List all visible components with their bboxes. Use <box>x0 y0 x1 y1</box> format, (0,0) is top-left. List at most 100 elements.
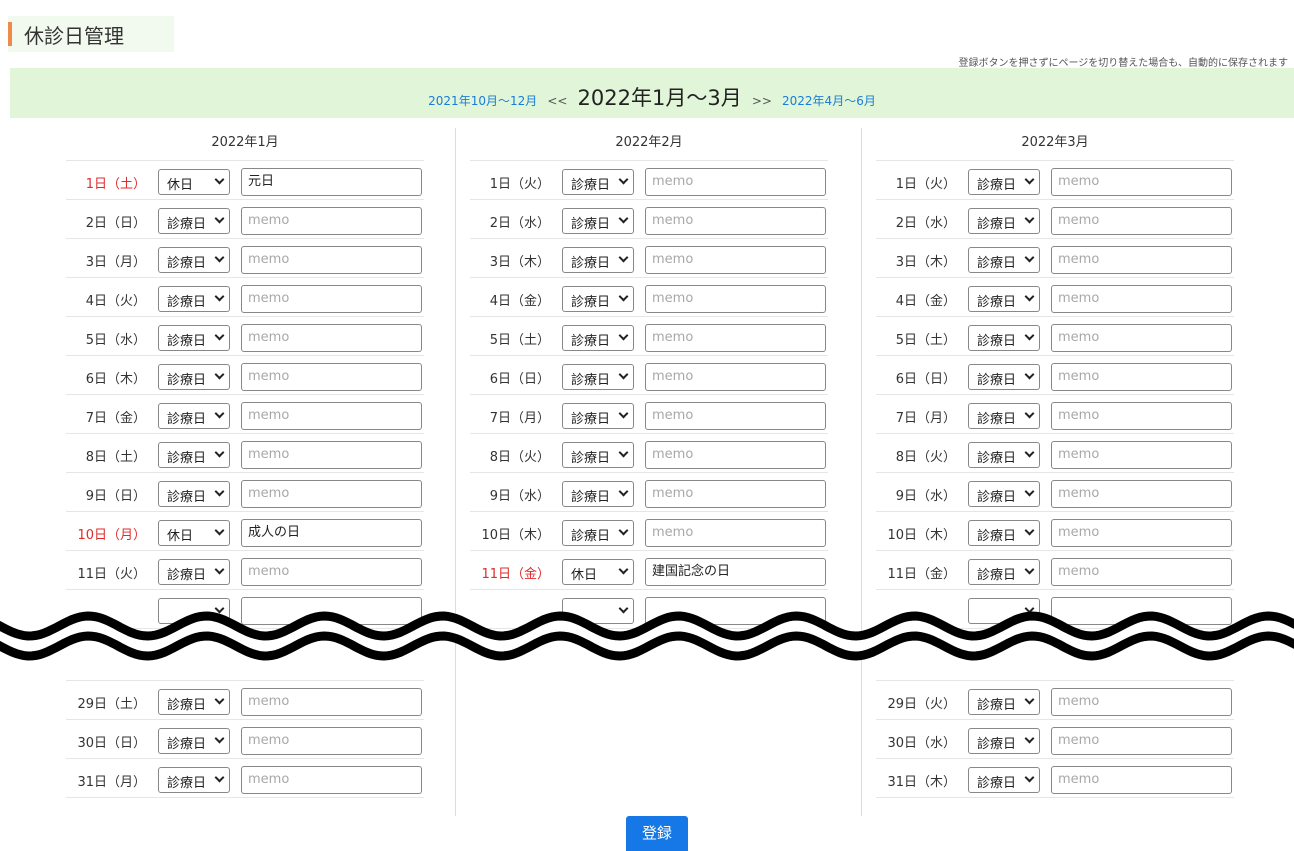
memo-input[interactable]: memo <box>1051 441 1232 469</box>
memo-input[interactable]: memo <box>1051 324 1232 352</box>
day-type-select[interactable]: 診療日 <box>562 169 634 195</box>
day-type-select[interactable]: 診療日 <box>562 520 634 546</box>
day-label: 4日（火） <box>85 294 146 309</box>
memo-input[interactable]: memo <box>1051 363 1232 391</box>
day-type-select[interactable]: 診療日 <box>968 247 1040 273</box>
day-type-select[interactable]: 診療日 <box>158 559 230 585</box>
day-type-select[interactable]: 診療日 <box>158 481 230 507</box>
day-type-select[interactable]: 診療日 <box>968 364 1040 390</box>
chevron-down-icon <box>618 252 629 263</box>
day-type-select[interactable]: 診療日 <box>158 403 230 429</box>
day-type-select[interactable]: 診療日 <box>158 325 230 351</box>
day-row: 7日（月） 診療日 memo <box>470 395 828 434</box>
day-label: 10日（月） <box>77 528 146 543</box>
day-type-select[interactable]: 診療日 <box>968 325 1040 351</box>
memo-input[interactable]: memo <box>241 727 422 755</box>
day-type-select[interactable]: 診療日 <box>158 286 230 312</box>
day-type-select[interactable]: 休日 <box>562 559 634 585</box>
memo-input[interactable]: memo <box>241 207 422 235</box>
memo-input[interactable]: memo <box>1051 285 1232 313</box>
memo-input[interactable]: memo <box>241 324 422 352</box>
day-type-select[interactable]: 診療日 <box>562 442 634 468</box>
memo-input[interactable]: memo <box>1051 727 1232 755</box>
memo-input[interactable]: memo <box>645 363 826 391</box>
memo-input[interactable]: memo <box>1051 246 1232 274</box>
day-row: 8日（土） 診療日 memo <box>66 434 424 473</box>
day-type-value: 診療日 <box>977 568 1017 583</box>
memo-input[interactable]: 建国記念の日 <box>645 558 826 586</box>
memo-input[interactable]: memo <box>645 324 826 352</box>
day-type-select[interactable]: 診療日 <box>158 728 230 754</box>
day-type-select[interactable]: 診療日 <box>968 559 1040 585</box>
memo-input[interactable]: memo <box>1051 519 1232 547</box>
memo-input[interactable]: memo <box>645 441 826 469</box>
day-type-select[interactable]: 診療日 <box>158 767 230 793</box>
memo-input[interactable]: memo <box>1051 766 1232 794</box>
day-type-select[interactable]: 診療日 <box>158 247 230 273</box>
memo-input[interactable]: memo <box>645 480 826 508</box>
day-label: 6日（日） <box>489 372 550 387</box>
memo-input[interactable]: memo <box>241 246 422 274</box>
day-type-select[interactable]: 診療日 <box>158 689 230 715</box>
chevron-down-icon <box>214 525 225 536</box>
day-type-value: 診療日 <box>571 451 611 466</box>
memo-input[interactable]: memo <box>241 558 422 586</box>
memo-input[interactable]: memo <box>241 688 422 716</box>
memo-input[interactable]: memo <box>645 285 826 313</box>
memo-input[interactable]: memo <box>241 441 422 469</box>
day-type-select[interactable]: 診療日 <box>562 481 634 507</box>
memo-input[interactable]: memo <box>645 246 826 274</box>
memo-input[interactable]: memo <box>1051 168 1232 196</box>
register-button[interactable]: 登録 <box>626 816 688 851</box>
day-type-select[interactable]: 診療日 <box>968 520 1040 546</box>
memo-input[interactable]: 元日 <box>241 168 422 196</box>
day-label: 1日（土） <box>85 177 146 192</box>
day-type-select[interactable]: 診療日 <box>562 247 634 273</box>
day-type-select[interactable]: 診療日 <box>158 364 230 390</box>
day-type-select[interactable]: 休日 <box>158 520 230 546</box>
memo-input[interactable]: memo <box>645 402 826 430</box>
day-type-select[interactable]: 診療日 <box>158 208 230 234</box>
day-type-select[interactable]: 診療日 <box>158 442 230 468</box>
day-type-select[interactable]: 診療日 <box>968 767 1040 793</box>
day-type-select[interactable]: 診療日 <box>562 286 634 312</box>
memo-input[interactable]: memo <box>241 402 422 430</box>
day-type-select[interactable]: 休日 <box>158 169 230 195</box>
day-label: 5日（土） <box>895 333 956 348</box>
day-label: 3日（木） <box>895 255 956 270</box>
memo-input[interactable]: memo <box>1051 207 1232 235</box>
memo-input[interactable]: memo <box>1051 402 1232 430</box>
day-label: 4日（金） <box>489 294 550 309</box>
memo-input[interactable]: memo <box>1051 558 1232 586</box>
memo-input[interactable]: memo <box>241 766 422 794</box>
chevron-down-icon <box>1024 486 1035 497</box>
day-label: 5日（水） <box>85 333 146 348</box>
memo-input[interactable]: memo <box>645 519 826 547</box>
day-type-select[interactable]: 診療日 <box>968 403 1040 429</box>
memo-input[interactable]: memo <box>241 480 422 508</box>
day-row: 5日（土） 診療日 memo <box>470 317 828 356</box>
memo-input[interactable]: memo <box>1051 480 1232 508</box>
next-quarter-link[interactable]: 2022年4月～6月 <box>782 94 876 108</box>
memo-input[interactable]: memo <box>645 207 826 235</box>
memo-input[interactable]: memo <box>241 363 422 391</box>
memo-input[interactable]: memo <box>645 168 826 196</box>
day-label: 11日（金） <box>887 567 956 582</box>
day-type-select[interactable]: 診療日 <box>562 208 634 234</box>
memo-input[interactable]: memo <box>241 285 422 313</box>
day-type-select[interactable]: 診療日 <box>562 403 634 429</box>
day-type-select[interactable]: 診療日 <box>968 169 1040 195</box>
day-type-select[interactable]: 診療日 <box>968 286 1040 312</box>
day-type-select[interactable]: 診療日 <box>968 208 1040 234</box>
day-type-select[interactable]: 診療日 <box>968 442 1040 468</box>
day-type-select[interactable]: 診療日 <box>968 689 1040 715</box>
memo-input[interactable]: memo <box>1051 688 1232 716</box>
day-label: 31日（木） <box>887 775 956 790</box>
memo-input[interactable]: 成人の日 <box>241 519 422 547</box>
prev-quarter-link[interactable]: 2021年10月～12月 <box>428 94 537 108</box>
day-type-select[interactable]: 診療日 <box>968 728 1040 754</box>
day-label: 6日（木） <box>85 372 146 387</box>
day-type-select[interactable]: 診療日 <box>562 364 634 390</box>
day-type-select[interactable]: 診療日 <box>968 481 1040 507</box>
day-type-select[interactable]: 診療日 <box>562 325 634 351</box>
